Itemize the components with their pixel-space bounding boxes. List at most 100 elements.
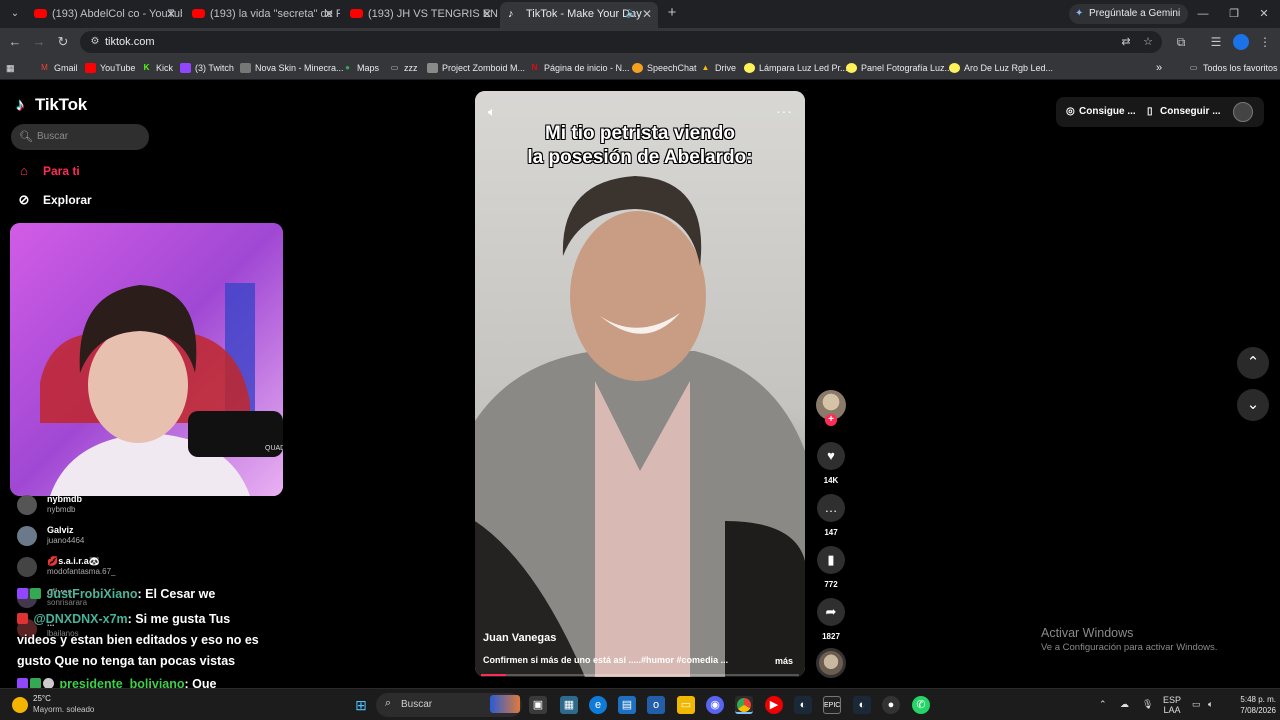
- save-count: 772: [824, 580, 838, 589]
- close-tab-icon[interactable]: ✕: [166, 3, 176, 25]
- save-button[interactable]: ▮: [817, 546, 845, 574]
- more-options-icon[interactable]: ···: [776, 104, 793, 118]
- volume-icon[interactable]: 🔈︎: [488, 104, 504, 120]
- tab-title: (193) JH VS TENGRIS EN LA VE: [368, 8, 498, 20]
- get-app-button[interactable]: ▯ Conseguir ...: [1147, 105, 1221, 119]
- music-disc-avatar[interactable]: [816, 648, 846, 678]
- activate-windows-watermark: Activar Windows Ve a Configuración para …: [1041, 626, 1218, 653]
- onedrive-icon[interactable]: ☁: [1120, 699, 1129, 709]
- bookmark-star-icon[interactable]: ☆: [1141, 35, 1155, 49]
- tab-youtube-2[interactable]: (193) la vida "secreta" de RoRo ✕: [184, 3, 340, 25]
- steam-icon[interactable]: ◐: [794, 696, 812, 714]
- profile-avatar[interactable]: [1233, 34, 1249, 50]
- app-icon[interactable]: ●: [882, 696, 900, 714]
- whatsapp-icon[interactable]: ✆: [912, 696, 930, 714]
- bookmark-nova-skin[interactable]: Nova Skin - Minecra...: [240, 56, 344, 80]
- bookmark-drive[interactable]: ▲ Drive: [700, 56, 736, 80]
- bookmark-netflix[interactable]: N Página de inicio - N...: [529, 56, 630, 80]
- edge-icon[interactable]: e: [589, 696, 607, 714]
- user-avatar[interactable]: [1233, 102, 1253, 122]
- weather-desc[interactable]: Mayorm. soleado: [33, 705, 94, 715]
- tab-youtube-1[interactable]: (193) AbdelCol co - YouTube ✕: [26, 3, 182, 25]
- start-windows-icon[interactable]: ⊞: [352, 696, 370, 714]
- steam-alt-icon[interactable]: ◐: [853, 696, 871, 714]
- weather-temp[interactable]: 25°C: [33, 694, 51, 704]
- chrome-icon[interactable]: [735, 696, 753, 714]
- nav-para-ti[interactable]: ⌂ Para ti: [16, 161, 80, 181]
- chat-message-continued: videos y estan bien editados y eso no es: [17, 633, 259, 647]
- new-tab-icon[interactable]: +: [663, 4, 681, 22]
- discord-icon[interactable]: ◉: [706, 696, 724, 714]
- tiktok-logo[interactable]: ♪ TikTok: [16, 94, 87, 116]
- get-coins-button[interactable]: ◎ Consigue ...: [1066, 105, 1136, 119]
- all-bookmarks[interactable]: ▭ Todos los favoritos: [1188, 56, 1278, 80]
- gemini-button[interactable]: Pregúntale a Gemini: [1069, 4, 1189, 24]
- bookmark-kick[interactable]: K Kick: [141, 56, 173, 80]
- weather-sun-icon[interactable]: [12, 697, 28, 713]
- display-icon[interactable]: ▭: [1192, 699, 1201, 709]
- minimize-icon[interactable]: —: [1193, 4, 1213, 24]
- bookmark-aro-luz[interactable]: Aro De Luz Rgb Led...: [949, 56, 1053, 80]
- bookmark-gmail[interactable]: M Gmail: [39, 56, 77, 80]
- tab-tiktok[interactable]: ♪ TikTok - Make Your Day 🔈 ✕: [500, 2, 658, 28]
- youtube-music-icon[interactable]: ▶: [765, 696, 783, 714]
- tab-youtube-3[interactable]: (193) JH VS TENGRIS EN LA VE ✕: [342, 3, 498, 25]
- youtube-icon: [34, 9, 47, 18]
- like-button[interactable]: ♥: [817, 442, 845, 470]
- close-tab-icon[interactable]: ✕: [642, 2, 652, 26]
- speaker-icon[interactable]: 🔈: [626, 2, 638, 26]
- bookmark-folder-zzz[interactable]: ▭ zzz: [389, 56, 418, 80]
- task-view-icon[interactable]: ▣: [529, 696, 547, 714]
- comment-button[interactable]: …: [817, 494, 845, 522]
- bookmark-lampara[interactable]: Lámpara Luz Led Pr...: [744, 56, 848, 80]
- verified-badge-icon: [30, 588, 41, 599]
- site-info-icon[interactable]: ⚙: [88, 35, 102, 49]
- bookmark-speechchat[interactable]: SpeechChat: [632, 56, 697, 80]
- bookmark-panel[interactable]: Panel Fotografía Luz...: [846, 56, 952, 80]
- address-bar[interactable]: ⚙ tiktok.com ⇄ ☆: [80, 31, 1162, 53]
- language-indicator[interactable]: ESP LAA: [1162, 695, 1182, 715]
- widgets-icon[interactable]: ▦: [560, 696, 578, 714]
- video-player[interactable]: [475, 91, 805, 677]
- restore-icon[interactable]: ❐: [1224, 4, 1244, 24]
- bookmark-youtube[interactable]: YouTube: [85, 56, 135, 80]
- volume-icon[interactable]: 🔈︎: [1208, 699, 1213, 709]
- tab-search-chevron-icon[interactable]: ⌄: [6, 5, 24, 23]
- extensions-icon[interactable]: ⧉: [1172, 33, 1190, 51]
- outlook-icon[interactable]: o: [647, 696, 665, 714]
- close-window-icon[interactable]: ✕: [1254, 4, 1274, 24]
- bookmark-project-zomboid[interactable]: Project Zomboid M...: [427, 56, 525, 80]
- url-text[interactable]: tiktok.com: [105, 31, 155, 53]
- nav-explorar[interactable]: ⊘ Explorar: [16, 190, 92, 210]
- bookmark-maps[interactable]: ● Maps: [342, 56, 379, 80]
- tray-chevron-icon[interactable]: ⌃: [1099, 699, 1107, 709]
- search-highlight-icon[interactable]: [490, 695, 520, 713]
- translate-icon[interactable]: ⇄: [1119, 35, 1133, 49]
- chevron-up-icon: ⌃: [1246, 354, 1260, 371]
- forward-icon[interactable]: →: [29, 32, 49, 52]
- more-text-button[interactable]: más: [775, 655, 793, 667]
- apps-grid-icon[interactable]: ▦: [6, 56, 15, 80]
- reload-icon[interactable]: ↻: [53, 32, 73, 52]
- more-bookmarks-chevron-icon[interactable]: »: [1156, 56, 1162, 80]
- epic-games-icon[interactable]: EPIC: [823, 696, 841, 714]
- store-icon[interactable]: ▤: [618, 696, 636, 714]
- back-icon[interactable]: ←: [5, 32, 25, 52]
- speechchat-icon: [632, 63, 643, 73]
- close-tab-icon[interactable]: ✕: [324, 3, 334, 25]
- previous-video-button[interactable]: ⌃: [1237, 347, 1269, 379]
- close-tab-icon[interactable]: ✕: [482, 3, 492, 25]
- search-input[interactable]: 🔍︎ Buscar: [11, 124, 149, 150]
- video-progress-bar[interactable]: [481, 674, 799, 676]
- follow-plus-icon[interactable]: +: [825, 414, 837, 426]
- next-video-button[interactable]: ⌄: [1237, 389, 1269, 421]
- microphone-icon[interactable]: 🎙︎: [1142, 699, 1153, 709]
- chrome-menu-icon[interactable]: ⋮: [1256, 33, 1274, 51]
- media-controls-icon[interactable]: ☰: [1207, 33, 1225, 51]
- system-clock[interactable]: 5:48 p. m. 7/08/2026: [1226, 694, 1276, 716]
- video-author[interactable]: Juan Vanegas: [483, 631, 556, 645]
- bookmark-twitch[interactable]: (3) Twitch: [180, 56, 234, 80]
- share-button[interactable]: ➦: [817, 598, 845, 626]
- file-explorer-icon[interactable]: ▭: [677, 696, 695, 714]
- bookmark-icon: ▮: [827, 552, 835, 567]
